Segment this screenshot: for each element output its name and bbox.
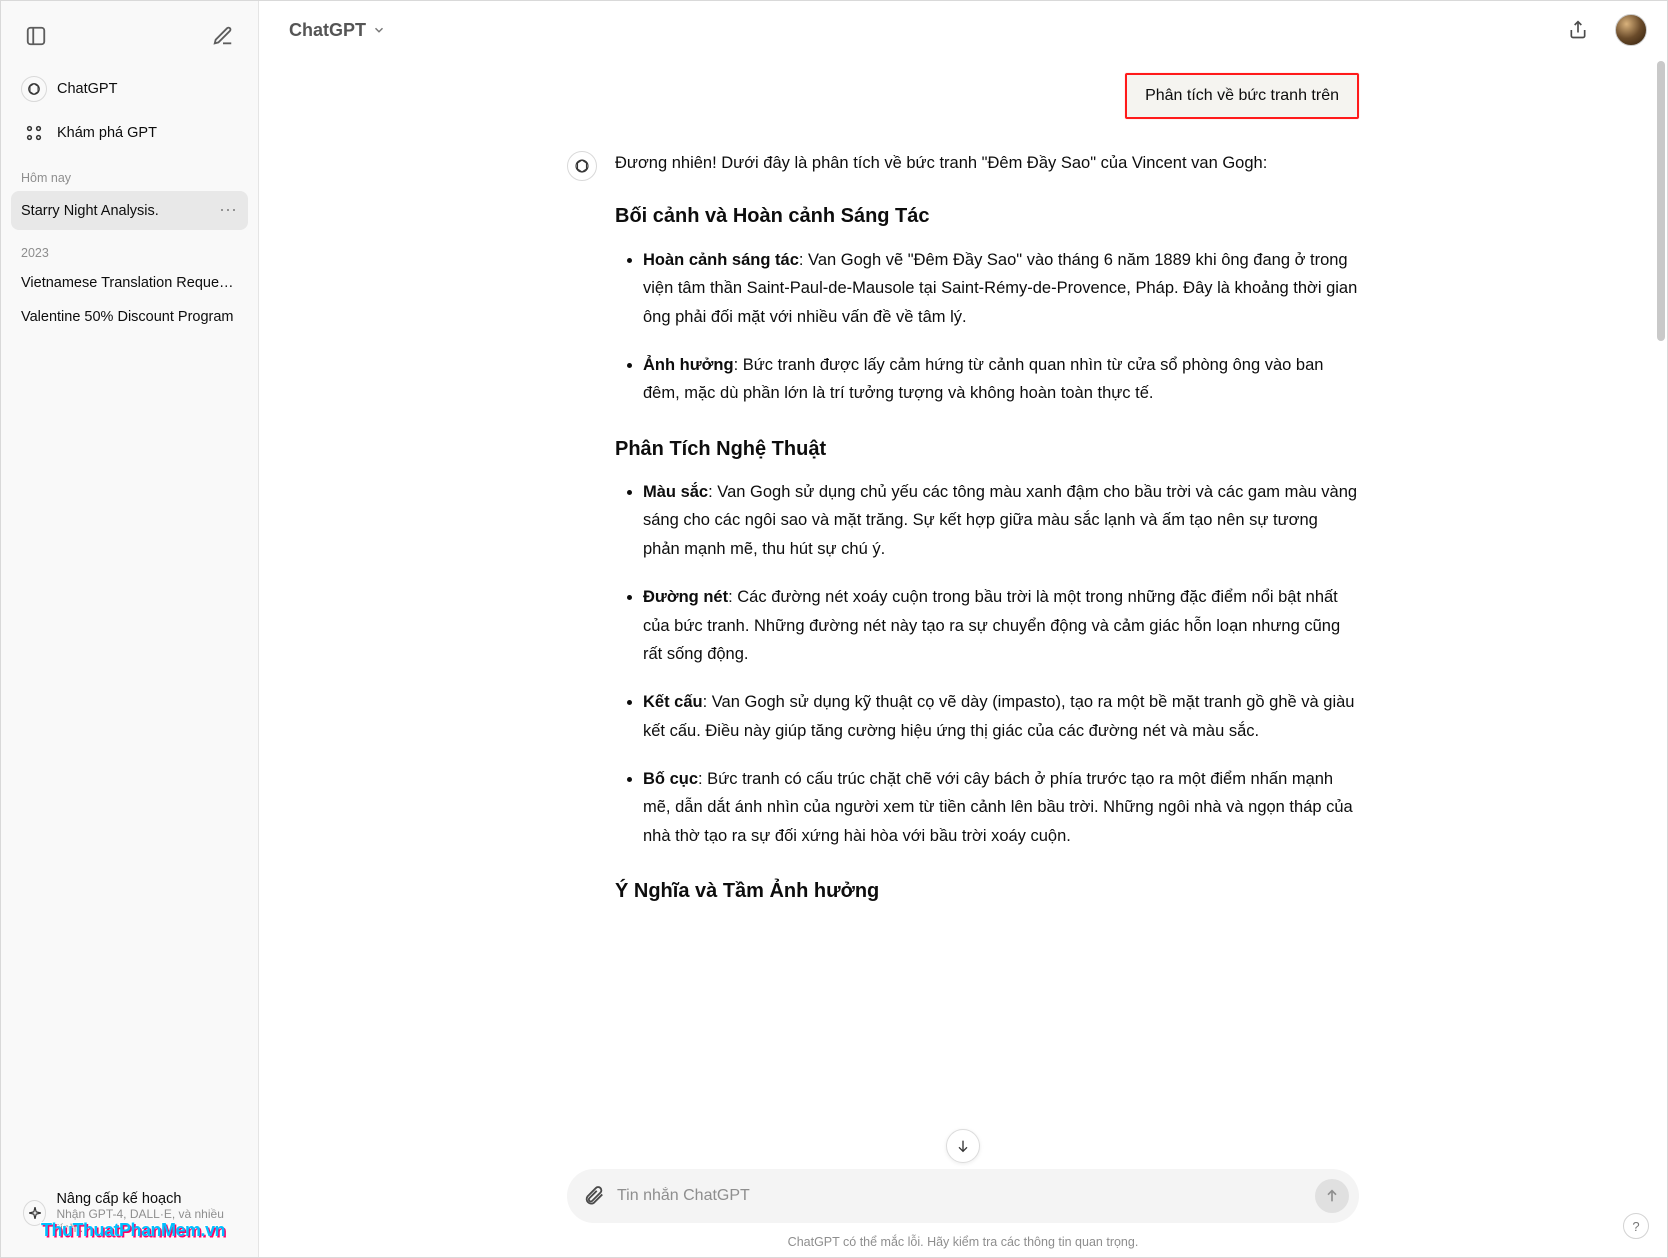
user-message: Phân tích về bức tranh trên: [1125, 73, 1359, 119]
history-item-label: Valentine 50% Discount Program: [21, 309, 234, 325]
collapse-sidebar-button[interactable]: [17, 17, 55, 55]
bullet-body: : Van Gogh sử dụng kỹ thuật cọ vẽ dày (i…: [643, 693, 1354, 739]
disclaimer-text: ChatGPT có thể mắc lỗi. Hãy kiểm tra các…: [259, 1229, 1667, 1257]
history-item-label: Starry Night Analysis.: [21, 203, 159, 219]
bullet-body: : Các đường nét xoáy cuộn trong bầu trời…: [643, 588, 1340, 663]
composer: [567, 1169, 1359, 1223]
bullet-item: Đường nét: Các đường nét xoáy cuộn trong…: [643, 583, 1359, 668]
message-input[interactable]: [617, 1187, 1303, 1205]
assistant-avatar-icon: [567, 151, 597, 181]
sidebar: ChatGPT Khám phá GPT Hôm nay Starry Nigh…: [1, 1, 259, 1257]
send-button[interactable]: [1315, 1179, 1349, 1213]
scrollbar[interactable]: [1657, 61, 1665, 341]
bullet-title: Bố cục: [643, 770, 698, 788]
scroll-to-bottom-button[interactable]: [946, 1129, 980, 1163]
section-heading: Bối cảnh và Hoàn cảnh Sáng Tác: [615, 199, 1359, 233]
model-switcher[interactable]: ChatGPT: [279, 14, 396, 47]
new-chat-button[interactable]: [204, 17, 242, 55]
grid-icon: [21, 120, 47, 146]
bullet-item: Hoàn cảnh sáng tác: Van Gogh vẽ "Đêm Đầy…: [643, 246, 1359, 331]
bullet-title: Ảnh hưởng: [643, 356, 734, 374]
bullet-title: Hoàn cảnh sáng tác: [643, 251, 799, 269]
sparkle-icon: [23, 1200, 46, 1226]
history-section-today: Hôm nay: [11, 155, 248, 191]
history-section-2023: 2023: [11, 230, 248, 266]
nav-item-label: ChatGPT: [57, 81, 117, 97]
bullet-body: : Van Gogh sử dụng chủ yếu các tông màu …: [643, 483, 1357, 558]
truncated-heading: Ý Nghĩa và Tầm Ảnh hưởng: [615, 874, 1359, 908]
bullet-title: Màu sắc: [643, 483, 708, 501]
topbar: ChatGPT: [259, 1, 1667, 59]
assistant-intro: Đương nhiên! Dưới đây là phân tích về bứ…: [615, 149, 1359, 177]
upgrade-subtitle: Nhận GPT-4, DALL·E, và nhiều tính...: [56, 1207, 236, 1235]
history-item[interactable]: Starry Night Analysis. ⋯: [11, 191, 248, 230]
bullet-title: Đường nét: [643, 588, 728, 606]
bullet-body: : Bức tranh có cấu trúc chặt chẽ với cây…: [643, 770, 1353, 845]
help-button[interactable]: ?: [1623, 1213, 1649, 1239]
main-panel: ChatGPT Phân tích về bức tranh trên: [259, 1, 1667, 1257]
chatgpt-logo-icon: [21, 76, 47, 102]
bullet-title: Kết cấu: [643, 693, 703, 711]
nav-item-label: Khám phá GPT: [57, 125, 157, 141]
conversation-scroll[interactable]: Phân tích về bức tranh trên Đương nhiên!…: [259, 59, 1667, 1169]
bullet-item: Bố cục: Bức tranh có cấu trúc chặt chẽ v…: [643, 765, 1359, 850]
history-item-label: Vietnamese Translation Requested: [21, 275, 238, 291]
bullet-item: Màu sắc: Van Gogh sử dụng chủ yếu các tô…: [643, 478, 1359, 563]
history-item[interactable]: Valentine 50% Discount Program: [11, 300, 248, 334]
chevron-down-icon: [372, 23, 386, 37]
user-message-text: Phân tích về bức tranh trên: [1145, 87, 1339, 104]
assistant-message: Đương nhiên! Dưới đây là phân tích về bứ…: [567, 149, 1359, 909]
more-icon[interactable]: ⋯: [219, 200, 238, 221]
share-button[interactable]: [1559, 11, 1597, 49]
nav-explore-gpt[interactable]: Khám phá GPT: [11, 111, 248, 155]
attach-icon[interactable]: [583, 1183, 605, 1210]
section-heading: Phân Tích Nghệ Thuật: [615, 432, 1359, 466]
upgrade-title: Nâng cấp kế hoạch: [56, 1191, 236, 1207]
upgrade-plan-button[interactable]: Nâng cấp kế hoạch Nhận GPT-4, DALL·E, và…: [19, 1183, 240, 1243]
history-item[interactable]: Vietnamese Translation Requested: [11, 266, 248, 300]
bullet-body: : Bức tranh được lấy cảm hứng từ cảnh qu…: [643, 356, 1323, 402]
bullet-item: Kết cấu: Van Gogh sử dụng kỹ thuật cọ vẽ…: [643, 688, 1359, 745]
avatar[interactable]: [1615, 14, 1647, 46]
nav-chatgpt[interactable]: ChatGPT: [11, 67, 248, 111]
bullet-item: Ảnh hưởng: Bức tranh được lấy cảm hứng t…: [643, 351, 1359, 408]
model-name: ChatGPT: [289, 20, 366, 41]
